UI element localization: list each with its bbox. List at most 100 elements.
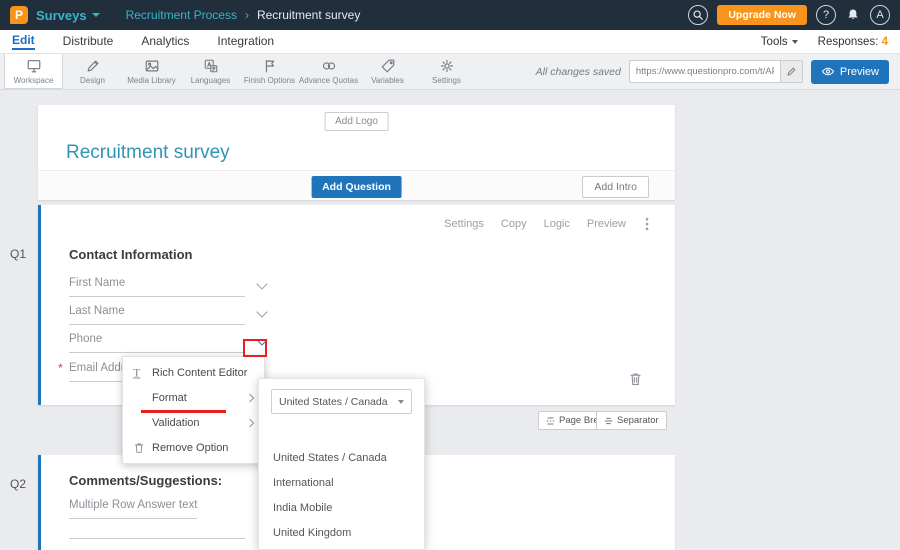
question-preview-link[interactable]: Preview [587,218,626,230]
menu-item-rich-content-editor[interactable]: T Rich Content Editor [123,360,264,385]
tab-distribute[interactable]: Distribute [63,34,114,49]
phone-format-select[interactable]: United States / Canada [271,389,412,414]
menu-item-validation[interactable]: Validation [123,410,264,435]
tool-variables[interactable]: Variables [358,54,417,89]
survey-title[interactable]: Recruitment survey [66,142,230,164]
editor-toolbar: Workspace Design Media Library Languages… [0,54,900,90]
menubar: Edit Distribute Analytics Integration To… [0,30,900,54]
tool-label: Workspace [14,76,54,85]
delete-question-button[interactable] [628,371,643,390]
notifications-button[interactable] [845,7,861,23]
add-intro-button[interactable]: Add Intro [582,176,649,198]
search-icon [692,9,704,21]
tool-advance-quotas[interactable]: Advance Quotas [299,54,358,89]
question1-heading: Contact Information [69,247,193,262]
questionpro-logo[interactable]: P [10,6,28,24]
add-question-button[interactable]: Add Question [311,176,402,198]
tab-analytics[interactable]: Analytics [141,34,189,49]
survey-url-input[interactable] [630,61,780,82]
tool-label: Media Library [127,76,175,85]
format-submenu: United States / Canada United States / C… [258,378,425,550]
breadcrumb-recruitment-process[interactable]: Recruitment Process [126,8,237,22]
questionpro-survey-editor: P Surveys Recruitment Process › Recruitm… [0,0,900,550]
menu-item-label: Format [152,392,187,404]
breadcrumb-separator: › [245,8,249,22]
question2-heading: Comments/Suggestions: [69,473,222,488]
field-row-phone: Phone [69,333,266,353]
format-options-list: United States / Canada International Ind… [259,445,424,545]
tab-edit[interactable]: Edit [12,33,35,50]
edit-url-button[interactable] [780,61,802,82]
question-copy-link[interactable]: Copy [501,218,527,230]
option-international[interactable]: International [259,470,424,495]
comments-field[interactable]: Multiple Row Answer text [69,499,197,519]
tool-label: Design [80,76,105,85]
toolbar-right: All changes saved Preview [536,54,896,89]
chevron-down-icon [792,40,798,44]
answer-line [69,538,245,539]
rich-text-icon: T [133,365,140,380]
tab-integration[interactable]: Integration [217,34,274,49]
first-name-field[interactable]: First Name [69,277,245,297]
avatar-letter: A [876,9,883,21]
variables-icon [380,58,396,74]
chevron-right-icon [246,393,254,401]
option-india-mobile[interactable]: India Mobile [259,495,424,520]
trash-icon [133,441,145,454]
tool-languages[interactable]: Languages [181,54,240,89]
topbar-actions: Upgrade Now ? A [688,5,890,25]
option-united-kingdom[interactable]: United Kingdom [259,520,424,545]
tool-label: Languages [191,76,231,85]
tool-design[interactable]: Design [63,54,122,89]
question-actions: Settings Copy Logic Preview [444,217,651,231]
question-settings-link[interactable]: Settings [444,218,484,230]
chevron-down-icon[interactable] [256,278,267,289]
chevron-down-icon [92,13,100,17]
survey-header-card: Add Logo Recruitment survey Add Question… [38,105,675,200]
tool-label: Settings [432,76,461,85]
add-logo-button[interactable]: Add Logo [324,112,389,131]
tool-label: Variables [371,76,404,85]
tool-finish-options[interactable]: Finish Options [240,54,299,89]
phone-field[interactable]: Phone [69,333,245,353]
tool-label: Advance Quotas [299,76,358,85]
separator-button[interactable]: Separator [596,411,667,430]
menu-item-label: Remove Option [152,442,228,454]
chevron-down-icon [398,400,404,404]
surveys-label: Surveys [36,8,87,23]
kebab-menu-icon[interactable] [643,217,651,231]
help-icon: ? [823,9,829,21]
required-marker: * [58,361,63,375]
bell-icon [845,7,861,23]
advance-quotas-icon [321,58,337,74]
menu-item-remove-option[interactable]: Remove Option [123,435,264,460]
responses-count: 4 [882,36,888,48]
menu-item-format[interactable]: Format [123,385,264,410]
preview-label: Preview [840,66,879,78]
question-logic-link[interactable]: Logic [544,218,570,230]
breadcrumb: Recruitment Process › Recruitment survey [126,8,361,22]
save-status: All changes saved [536,66,621,78]
option-united-states-canada[interactable]: United States / Canada [259,445,424,470]
responses-counter[interactable]: Responses: 4 [818,36,888,48]
search-button[interactable] [688,5,708,25]
breadcrumb-current-page: Recruitment survey [257,8,360,22]
tool-workspace[interactable]: Workspace [4,54,63,89]
tool-media-library[interactable]: Media Library [122,54,181,89]
preview-button[interactable]: Preview [811,60,889,84]
help-button[interactable]: ? [816,5,836,25]
tools-menu[interactable]: Tools [761,36,798,48]
responses-label: Responses: [818,36,879,48]
survey-canvas: Q1 Q2 Add Logo Recruitment survey Add Qu… [0,90,900,550]
chevron-down-icon[interactable] [256,306,267,317]
menu-item-label: Rich Content Editor [152,367,247,379]
phone-options-chevron-icon[interactable] [256,334,267,345]
surveys-menu[interactable]: Surveys [36,8,100,23]
tool-settings[interactable]: Settings [417,54,476,89]
logo-letter: P [15,8,23,22]
separator-icon [604,416,613,426]
tool-label: Finish Options [244,76,295,85]
upgrade-now-button[interactable]: Upgrade Now [717,5,807,25]
account-avatar[interactable]: A [870,5,890,25]
last-name-field[interactable]: Last Name [69,305,245,325]
